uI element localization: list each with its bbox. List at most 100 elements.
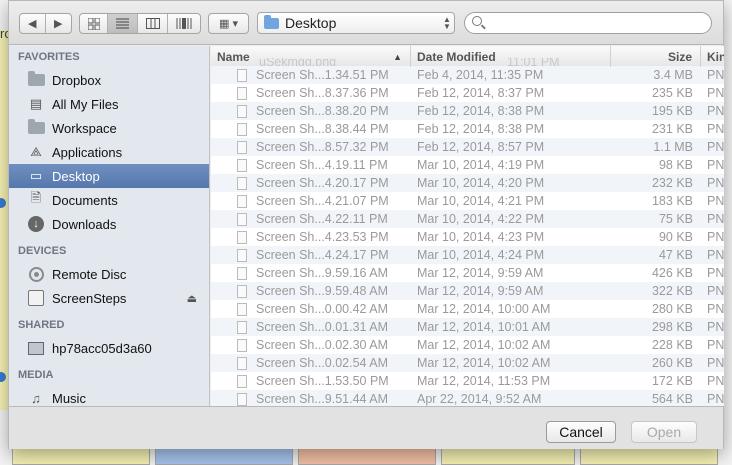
file-date: Mar 10, 2014, 4:20 PM	[417, 176, 545, 190]
open-button[interactable]: Open	[631, 421, 697, 443]
file-size: 172 KB	[651, 374, 693, 388]
file-row[interactable]: Screen Sh...4.19.11 PM Mar 10, 2014, 4:19…	[211, 156, 724, 174]
open-file-dialog: ◀ ▶ ▦ ▾ Desktop ▲ ▼ FAVORITES Dropbox ▤ …	[8, 0, 724, 449]
file-row[interactable]: Screen Sh...4.20.17 PM Mar 10, 2014, 4:20…	[211, 174, 724, 192]
coverflow-view-button[interactable]	[168, 14, 200, 33]
file-list: Name▲ Date Modified Size Kind uSekmgg.pn…	[211, 46, 724, 406]
sidebar-item-applications[interactable]: ⟁ Applications	[9, 140, 209, 164]
cancel-button[interactable]: Cancel	[546, 421, 616, 443]
sidebar-item-dropbox[interactable]: Dropbox	[9, 68, 209, 92]
file-row[interactable]: Screen Sh...0.02.54 AM Mar 12, 2014, 10:0…	[211, 354, 724, 372]
file-size: 228 KB	[651, 338, 693, 352]
file-size: 3.4 MB	[653, 68, 693, 82]
file-row[interactable]: Screen Sh...9.51.44 AM Apr 22, 2014, 9:52…	[211, 390, 724, 406]
file-kind: PNG	[707, 266, 724, 280]
column-view-button[interactable]	[138, 14, 168, 33]
file-row[interactable]: Screen Sh...0.00.42 AM Mar 12, 2014, 10:0…	[211, 300, 724, 318]
file-row[interactable]: Screen Sh...9.59.16 AM Mar 12, 2014, 9:59…	[211, 264, 724, 282]
sidebar-item-documents[interactable]: 🗎 Documents	[9, 188, 209, 212]
file-kind: PNG	[707, 176, 724, 190]
file-name: Screen Sh...1.34.51 PM	[256, 68, 389, 82]
file-size: 322 KB	[651, 284, 693, 298]
file-kind: PNG	[707, 392, 724, 406]
chevron-left-icon: ◀	[28, 18, 37, 30]
sidebar-item-music[interactable]: ♫ Music	[9, 386, 209, 406]
sidebar-item-label: ScreenSteps	[52, 290, 127, 306]
folder-icon	[27, 71, 45, 86]
png-file-icon	[237, 68, 247, 82]
file-row[interactable]: Screen Sh...1.53.50 PM Mar 12, 2014, 11:5…	[211, 372, 724, 390]
list-view-button[interactable]	[108, 14, 138, 33]
sidebar-item-desktop[interactable]: ▭ Desktop	[9, 164, 209, 188]
png-file-icon	[237, 212, 247, 226]
file-rows: uSekmgg.png 11:01 PM Screen Sh...1.34.51…	[211, 58, 724, 406]
arrange-button[interactable]: ▦ ▾	[208, 13, 249, 34]
sidebar-item-label: Applications	[52, 144, 123, 160]
file-row[interactable]: Screen Sh...4.24.17 PM Mar 10, 2014, 4:24…	[211, 246, 724, 264]
coverflow-view-icon	[176, 18, 192, 29]
sidebar-item-label: Dropbox	[52, 72, 102, 88]
png-file-icon	[237, 392, 247, 406]
icon-view-icon	[87, 17, 100, 30]
file-date: Feb 12, 2014, 8:38 PM	[417, 104, 545, 118]
eject-icon[interactable]: ⏏	[187, 292, 197, 305]
file-row[interactable]: Screen Sh...4.21.07 PM Mar 10, 2014, 4:21…	[211, 192, 724, 210]
file-row[interactable]: Screen Sh...9.59.48 AM Mar 12, 2014, 9:59…	[211, 282, 724, 300]
sidebar-item-downloads[interactable]: ↓ Downloads	[9, 212, 209, 236]
sidebar-item-workspace[interactable]: Workspace	[9, 116, 209, 140]
sidebar-item-remote-disc[interactable]: Remote Disc	[9, 262, 209, 286]
file-name: Screen Sh...4.20.17 PM	[256, 176, 389, 190]
sidebar-section-favorites: FAVORITES	[18, 51, 80, 63]
back-button[interactable]: ◀	[20, 14, 46, 33]
png-file-icon	[237, 158, 247, 172]
png-file-icon	[237, 176, 247, 190]
file-name: Screen Sh...8.57.32 PM	[256, 140, 389, 154]
sidebar-item-all-my-files[interactable]: ▤ All My Files	[9, 92, 209, 116]
documents-icon: 🗎	[30, 190, 42, 205]
file-name: Screen Sh...4.22.11 PM	[256, 212, 388, 226]
search-field[interactable]	[464, 12, 712, 34]
file-name: Screen Sh...8.37.36 PM	[256, 86, 389, 100]
file-row[interactable]: Screen Sh...8.38.44 PM Feb 12, 2014, 8:38…	[211, 120, 724, 138]
icon-view-button[interactable]	[80, 14, 108, 33]
png-file-icon	[237, 86, 247, 100]
file-row[interactable]: Screen Sh...4.22.11 PM Mar 10, 2014, 4:22…	[211, 210, 724, 228]
file-date: Mar 12, 2014, 10:00 AM	[417, 302, 551, 316]
file-name: Screen Sh...0.00.42 AM	[256, 302, 389, 316]
sidebar-item-label: Music	[52, 390, 86, 406]
ghost-row-time: 11:01 PM	[507, 58, 560, 66]
file-row[interactable]: Screen Sh...8.38.20 PM Feb 12, 2014, 8:38…	[211, 102, 724, 120]
forward-button[interactable]: ▶	[46, 14, 71, 33]
file-name: Screen Sh...4.24.17 PM	[256, 248, 389, 262]
file-row[interactable]: Screen Sh...8.57.32 PM Feb 12, 2014, 8:57…	[211, 138, 724, 156]
file-size: 280 KB	[651, 302, 693, 316]
file-row[interactable]: Screen Sh...8.37.36 PM Feb 12, 2014, 8:37…	[211, 84, 724, 102]
file-row[interactable]: Screen Sh...0.02.30 AM Mar 12, 2014, 10:0…	[211, 336, 724, 354]
file-kind: PNG	[707, 356, 724, 370]
file-size: 195 KB	[651, 104, 693, 118]
file-date: Mar 12, 2014, 10:01 AM	[417, 320, 551, 334]
file-size: 90 KB	[658, 230, 693, 244]
file-date: Mar 10, 2014, 4:21 PM	[417, 194, 545, 208]
file-row[interactable]: Screen Sh...4.23.53 PM Mar 10, 2014, 4:23…	[211, 228, 724, 246]
sidebar: FAVORITES Dropbox ▤ All My Files Workspac…	[9, 46, 210, 406]
file-name: Screen Sh...0.02.30 AM	[256, 338, 389, 352]
png-file-icon	[237, 230, 247, 244]
sidebar-item-screensteps[interactable]: ScreenSteps ⏏	[9, 286, 209, 310]
sidebar-item-shared-host[interactable]: hp78acc05d3a60	[9, 336, 209, 360]
file-row[interactable]: Screen Sh...0.01.31 AM Mar 12, 2014, 10:0…	[211, 318, 724, 336]
file-size: 1.1 MB	[653, 140, 693, 154]
file-name: Screen Sh...0.01.31 AM	[256, 320, 389, 334]
sidebar-item-label: Remote Disc	[52, 266, 127, 282]
file-date: Mar 12, 2014, 10:02 AM	[417, 356, 551, 370]
sidebar-item-label: Documents	[52, 192, 118, 208]
location-popup[interactable]: Desktop ▲ ▼	[257, 12, 455, 34]
file-size: 298 KB	[651, 320, 693, 334]
png-file-icon	[237, 140, 247, 154]
file-kind: PNG	[707, 140, 724, 154]
column-view-icon	[145, 18, 160, 29]
file-name: Screen Sh...0.02.54 AM	[256, 356, 389, 370]
file-name: Screen Sh...8.38.20 PM	[256, 104, 389, 118]
file-row[interactable]: Screen Sh...1.34.51 PM Feb 4, 2014, 11:35…	[211, 66, 724, 84]
file-size: 426 KB	[651, 266, 693, 280]
